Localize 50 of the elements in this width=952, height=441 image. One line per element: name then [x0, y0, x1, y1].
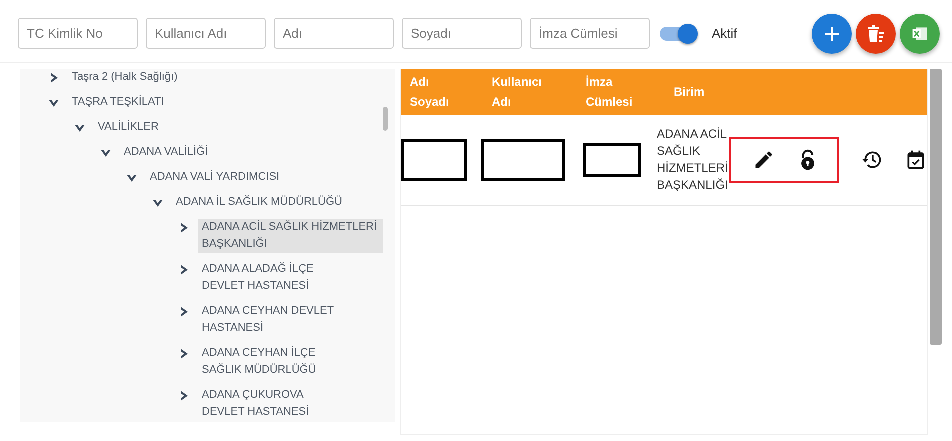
filter-field[interactable]: Kullanıcı Adı: [146, 18, 266, 49]
clock-history-icon[interactable]: [861, 149, 883, 171]
column-header: Soyadı: [410, 95, 450, 109]
toggle-switch[interactable]: [660, 26, 696, 40]
redaction-box: [583, 143, 641, 177]
chevron-right-icon[interactable]: [178, 264, 190, 276]
filter-field[interactable]: Adı: [274, 18, 394, 49]
column-header: Adı: [410, 75, 430, 89]
chevron-down-icon[interactable]: [100, 147, 112, 159]
scrollbar-thumb[interactable]: [383, 107, 388, 131]
scrollbar[interactable]: [930, 69, 942, 345]
tree-item[interactable]: ADANA CEYHAN İLÇE SAĞLIK MÜDÜRLÜĞÜ: [198, 345, 348, 379]
chevron-right-icon[interactable]: [178, 306, 190, 318]
chevron-right-icon[interactable]: [178, 390, 190, 402]
plus-icon: [824, 26, 840, 42]
column-header: Birim: [674, 85, 706, 99]
excel-button[interactable]: [900, 14, 940, 54]
chevron-down-icon[interactable]: [126, 172, 138, 184]
table-cell: ADANA ACİL SAĞLIK HİZMETLERİ BAŞKANLIĞI: [657, 126, 728, 194]
spreadsheet-icon: [911, 24, 929, 42]
delete-button[interactable]: [856, 14, 896, 54]
tree-item[interactable]: ADANA ÇUKUROVA DEVLET HASTANESİ: [198, 387, 348, 421]
filter-field[interactable]: İmza Cümlesi: [530, 18, 650, 49]
pencil-icon[interactable]: [753, 149, 775, 171]
tree-item[interactable]: ADANA VALİLİĞİ: [120, 144, 212, 161]
column-header: İmza: [586, 75, 614, 89]
tree-item[interactable]: ADANA ALADAĞ İLÇE DEVLET HASTANESİ: [198, 261, 348, 295]
tree-item[interactable]: ADANA CEYHAN DEVLET HASTANESİ: [198, 303, 348, 337]
toggle-label: Aktif: [712, 26, 738, 41]
chevron-right-icon[interactable]: [178, 348, 190, 360]
chevron-down-icon[interactable]: [74, 122, 86, 134]
column-header: Cümlesi: [586, 95, 634, 109]
chevron-down-icon[interactable]: [48, 97, 60, 109]
tree-item[interactable]: TAŞRA TEŞKİLATI: [68, 94, 168, 111]
tree-item[interactable]: ADANA VALİ YARDIMCISI: [146, 169, 284, 186]
column-header: Adı: [492, 95, 512, 109]
chevron-down-icon[interactable]: [152, 197, 164, 209]
filter-field[interactable]: TC Kimlik No: [18, 18, 138, 49]
trash-icon: [866, 24, 886, 44]
chevron-right-icon[interactable]: [178, 222, 190, 234]
add-button[interactable]: [812, 14, 852, 54]
tree-item[interactable]: ADANA İL SAĞLIK MÜDÜRLÜĞÜ: [172, 194, 346, 211]
filter-field[interactable]: Soyadı: [402, 18, 522, 49]
tree-item[interactable]: ADANA ACİL SAĞLIK HİZMETLERİ BAŞKANLIĞI: [198, 219, 383, 253]
redaction-box: [401, 139, 467, 181]
calendar-check-icon[interactable]: [905, 149, 927, 171]
tree-item[interactable]: VALİLİKLER: [94, 119, 163, 136]
column-header: Kullanıcı: [492, 75, 544, 89]
tree-item[interactable]: Taşra 2 (Halk Sağlığı): [68, 69, 182, 86]
chevron-right-icon[interactable]: [48, 72, 60, 84]
